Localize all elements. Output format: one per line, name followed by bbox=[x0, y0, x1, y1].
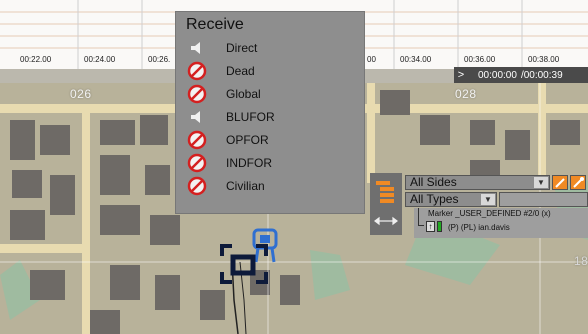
layers-icon bbox=[376, 181, 394, 203]
receive-item-label: Global bbox=[226, 87, 261, 101]
receive-menu-title: Receive bbox=[186, 16, 244, 33]
receive-item-label: INDFOR bbox=[226, 156, 272, 170]
blocked-icon bbox=[184, 153, 210, 173]
receive-item-label: Civilian bbox=[226, 179, 265, 193]
road bbox=[82, 104, 90, 334]
road bbox=[538, 83, 546, 183]
chevron-down-icon[interactable]: ▼ bbox=[481, 194, 495, 205]
timeline-tick: 00:34.00 bbox=[400, 55, 432, 64]
receive-item-civilian[interactable]: Civilian bbox=[184, 176, 360, 196]
sides-dropdown[interactable]: All Sides ▼ bbox=[405, 175, 550, 190]
blocked-icon bbox=[184, 176, 210, 196]
road bbox=[0, 244, 82, 253]
current-time: 00:00:00 bbox=[478, 69, 517, 81]
receive-item-blufor[interactable]: BLUFOR bbox=[184, 107, 360, 127]
grid-label: 026 bbox=[70, 87, 92, 101]
receive-item-opfor[interactable]: OPFOR bbox=[184, 130, 360, 150]
timeline-tick: 00 bbox=[367, 55, 376, 64]
receive-item-label: BLUFOR bbox=[226, 110, 275, 124]
timeline-tick: 00:22.00 bbox=[20, 55, 52, 64]
chevron-down-icon[interactable]: ▼ bbox=[534, 177, 548, 188]
filter-toolbar bbox=[370, 173, 402, 235]
receive-item-label: OPFOR bbox=[226, 133, 269, 147]
receive-item-dead[interactable]: Dead bbox=[184, 61, 360, 81]
edit-icon[interactable] bbox=[552, 175, 568, 190]
timeline-tick: 00:26. bbox=[148, 55, 171, 64]
unit-type-icon: ↑ bbox=[426, 221, 435, 232]
grid-label: 028 bbox=[455, 87, 477, 101]
receive-item-indfor[interactable]: INDFOR bbox=[184, 153, 360, 173]
expand-chevron-icon[interactable]: > bbox=[454, 69, 468, 81]
timeline-tick: 00:24.00 bbox=[84, 55, 116, 64]
receive-menu: Receive Direct Dead Global BLUFOR OPFOR INDFO… bbox=[175, 11, 365, 214]
receive-item-label: Dead bbox=[226, 64, 255, 78]
blocked-icon bbox=[184, 61, 210, 81]
speaker-icon bbox=[184, 107, 210, 127]
tree-connector bbox=[418, 208, 424, 226]
receive-item-direct[interactable]: Direct bbox=[184, 38, 360, 58]
blocked-icon bbox=[184, 84, 210, 104]
player-status-icon bbox=[437, 221, 442, 232]
sides-value: All Sides bbox=[410, 175, 457, 189]
marker-tree: Marker _USER_DEFINED #2/0 (x) ↑ (P) (PL)… bbox=[414, 208, 588, 238]
types-search-input[interactable] bbox=[499, 192, 588, 207]
grid-label: 18 bbox=[574, 254, 588, 268]
pencil-icon[interactable] bbox=[570, 175, 586, 190]
timeline-tick: 00:36.00 bbox=[464, 55, 496, 64]
total-time: /00:00:39 bbox=[520, 69, 563, 81]
speaker-icon bbox=[184, 38, 210, 58]
blocked-icon bbox=[184, 130, 210, 150]
receive-item-global[interactable]: Global bbox=[184, 84, 360, 104]
marker-entry[interactable]: Marker _USER_DEFINED #2/0 (x) bbox=[428, 209, 551, 218]
road bbox=[367, 83, 375, 183]
time-readout: > 00:00:00 /00:00:39 bbox=[454, 67, 588, 83]
resize-horizontal-icon bbox=[374, 216, 398, 226]
types-value: All Types bbox=[410, 192, 459, 206]
types-dropdown[interactable]: All Types ▼ bbox=[405, 192, 497, 207]
timeline-tick: 00:38.00 bbox=[528, 55, 560, 64]
receive-item-label: Direct bbox=[226, 41, 258, 55]
player-entry[interactable]: (P) (PL) ian.davis bbox=[448, 223, 510, 232]
